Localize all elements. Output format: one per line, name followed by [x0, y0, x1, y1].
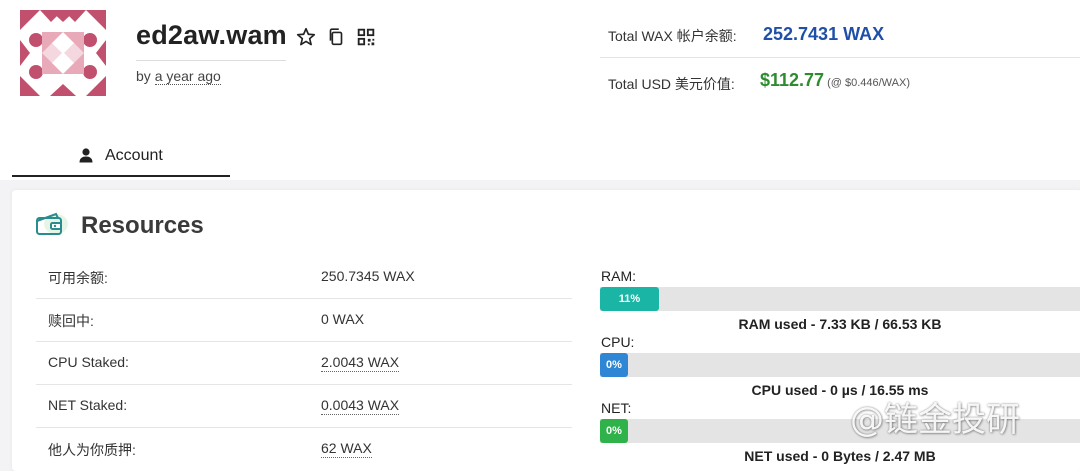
wallet-icon [36, 212, 68, 235]
ram-meter-fill: 11% [600, 287, 659, 311]
copy-icon[interactable] [325, 26, 347, 48]
total-wax-row: Total WAX 帐户余额: 252.7431 WAX [600, 12, 1080, 58]
resource-key: NET Staked: [48, 397, 128, 413]
resource-row-refunding: 赎回中: 0 WAX [36, 299, 572, 342]
cpu-label: CPU: [601, 334, 635, 350]
total-wax-label: Total WAX 帐户余额: [608, 28, 737, 44]
account-name-divider [136, 60, 286, 61]
resource-value-link[interactable]: 62 WAX [321, 440, 372, 458]
net-usage-caption: NET used - 0 Bytes / 2.47 MB [744, 448, 936, 464]
created-ago-link[interactable]: a year ago [154, 68, 221, 85]
resource-value-link[interactable]: 2.0043 WAX [321, 354, 400, 372]
ram-label: RAM: [601, 268, 636, 284]
usd-rate: (@ $0.446/WAX) [827, 77, 910, 89]
resource-row-available: 可用余额: 250.7345 WAX [36, 256, 572, 299]
resource-key: 他人为你质押: [48, 442, 136, 458]
resource-row-cpu-staked: CPU Staked: 2.0043 WAX [36, 342, 572, 385]
ram-usage-caption: RAM used - 7.33 KB / 66.53 KB [738, 316, 942, 332]
resource-key: 可用余额: [48, 270, 108, 286]
total-wax-value: 252.7431 WAX [763, 24, 885, 44]
resource-value-link[interactable]: 0.0043 WAX [321, 397, 400, 415]
resource-row-staked-by-others: 他人为你质押: 62 WAX [36, 428, 572, 471]
watermark: @链金投研 [850, 400, 1020, 440]
total-usd-value: $112.77 [760, 70, 825, 90]
cpu-meter: 0% [600, 353, 1080, 377]
tab-account[interactable]: Account [12, 140, 230, 177]
qr-code-icon[interactable] [355, 26, 377, 48]
star-icon[interactable] [295, 26, 317, 48]
ram-percent: 11% [618, 293, 641, 305]
account-header: ed2aw.wam by a year ago Total WAX 帐户余额: … [0, 0, 1080, 130]
created-prefix: by [136, 68, 151, 84]
ram-meter: 11% [600, 287, 1080, 311]
total-usd-value-group: $112.77 (@ $0.446/WAX) [760, 70, 910, 91]
total-usd-row: Total USD 美元价值: $112.77 (@ $0.446/WAX) [600, 60, 1080, 106]
resource-key: CPU Staked: [48, 354, 129, 370]
tab-account-label: Account [105, 147, 163, 164]
cpu-meter-fill: 0% [600, 353, 628, 377]
cpu-percent: 0% [606, 359, 622, 371]
resources-title: Resources [81, 212, 204, 239]
resource-key: 赎回中: [48, 313, 94, 329]
net-label: NET: [601, 400, 632, 416]
total-usd-label: Total USD 美元价值: [608, 76, 735, 92]
account-created: by a year ago [136, 68, 221, 85]
user-icon [79, 148, 93, 163]
account-name: ed2aw.wam [136, 20, 287, 50]
resource-row-net-staked: NET Staked: 0.0043 WAX [36, 385, 572, 428]
net-percent: 0% [606, 425, 622, 437]
identicon-avatar [20, 10, 106, 96]
net-meter-fill: 0% [600, 419, 628, 443]
resource-value: 250.7345 WAX [321, 268, 415, 284]
resource-value: 0 WAX [321, 311, 365, 327]
